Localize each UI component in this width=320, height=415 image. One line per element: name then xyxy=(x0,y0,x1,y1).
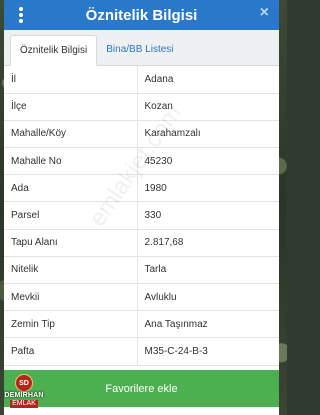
attribute-key: Parsel xyxy=(4,201,138,230)
logo-sub: EMLAK xyxy=(10,400,38,408)
attribute-value: 45230 xyxy=(137,147,279,176)
table-row: Pafta M35-C-24-B-3 xyxy=(4,337,279,366)
attribute-key: Mahalle/Köy xyxy=(4,120,138,149)
attribute-key: İlçe xyxy=(4,93,138,121)
attribute-table: İl Adana İlçe Kozan Mahalle/Köy Karahamzalı… xyxy=(4,66,279,366)
close-icon[interactable]: × xyxy=(260,4,269,22)
attribute-table-container: İl Adana İlçe Kozan Mahalle/Köy Karahamzalı… xyxy=(4,66,279,415)
table-row: Ada 1980 xyxy=(4,174,279,203)
attribute-value: 2.817,68 xyxy=(137,229,279,257)
attribute-value: Kozan xyxy=(137,93,279,121)
tab-attribute-info[interactable]: Öznitelik Bilgisi xyxy=(10,35,98,66)
table-row: Tapu Alanı 2.817,68 xyxy=(4,229,279,257)
attribute-key: Zemin Tip xyxy=(4,310,138,339)
table-row: İlçe Kozan xyxy=(4,93,279,121)
table-row: İl Adana xyxy=(4,66,279,94)
panel-header: Öznitelik Bilgisi × xyxy=(4,0,279,30)
add-to-favorites-button[interactable]: Favorilere ekle xyxy=(4,370,279,407)
table-row: Mevkii Avluklu xyxy=(4,283,279,312)
table-row: Mahalle No 45230 xyxy=(4,147,279,176)
tab-bar: Öznitelik Bilgisi Bina/BB Listesi xyxy=(4,30,279,66)
logo-name: DEMİRHAN xyxy=(4,392,44,399)
logo-badge: SD xyxy=(15,374,33,392)
attribute-key: İl xyxy=(4,66,138,94)
attribute-panel: Öznitelik Bilgisi × Öznitelik Bilgisi Bi… xyxy=(4,0,279,415)
table-row: Mahalle/Köy Karahamzalı xyxy=(4,120,279,149)
table-row: Nitelik Tarla xyxy=(4,256,279,285)
attribute-key: Nitelik xyxy=(4,256,138,285)
menu-icon[interactable] xyxy=(18,7,24,23)
table-row: Parsel 330 xyxy=(4,201,279,230)
table-row: Zemin Tip Ana Taşınmaz xyxy=(4,310,279,339)
attribute-key: Mevkii xyxy=(4,283,138,312)
attribute-value: M35-C-24-B-3 xyxy=(137,337,279,366)
attribute-key: Tapu Alanı xyxy=(4,229,138,257)
agency-logo: SD DEMİRHAN EMLAK xyxy=(4,374,44,414)
attribute-value: Ana Taşınmaz xyxy=(137,310,279,339)
attribute-value: 1980 xyxy=(137,174,279,203)
attribute-key: Ada xyxy=(4,174,138,203)
tab-building-list[interactable]: Bina/BB Listesi xyxy=(97,34,182,65)
attribute-value: Adana xyxy=(137,66,279,94)
attribute-value: Tarla xyxy=(137,256,279,285)
attribute-key: Pafta xyxy=(4,337,138,366)
attribute-value: Avluklu xyxy=(137,283,279,312)
attribute-key: Mahalle No xyxy=(4,147,138,176)
panel-title: Öznitelik Bilgisi xyxy=(85,6,198,24)
attribute-value: 330 xyxy=(137,201,279,230)
attribute-value: Karahamzalı xyxy=(137,120,279,149)
